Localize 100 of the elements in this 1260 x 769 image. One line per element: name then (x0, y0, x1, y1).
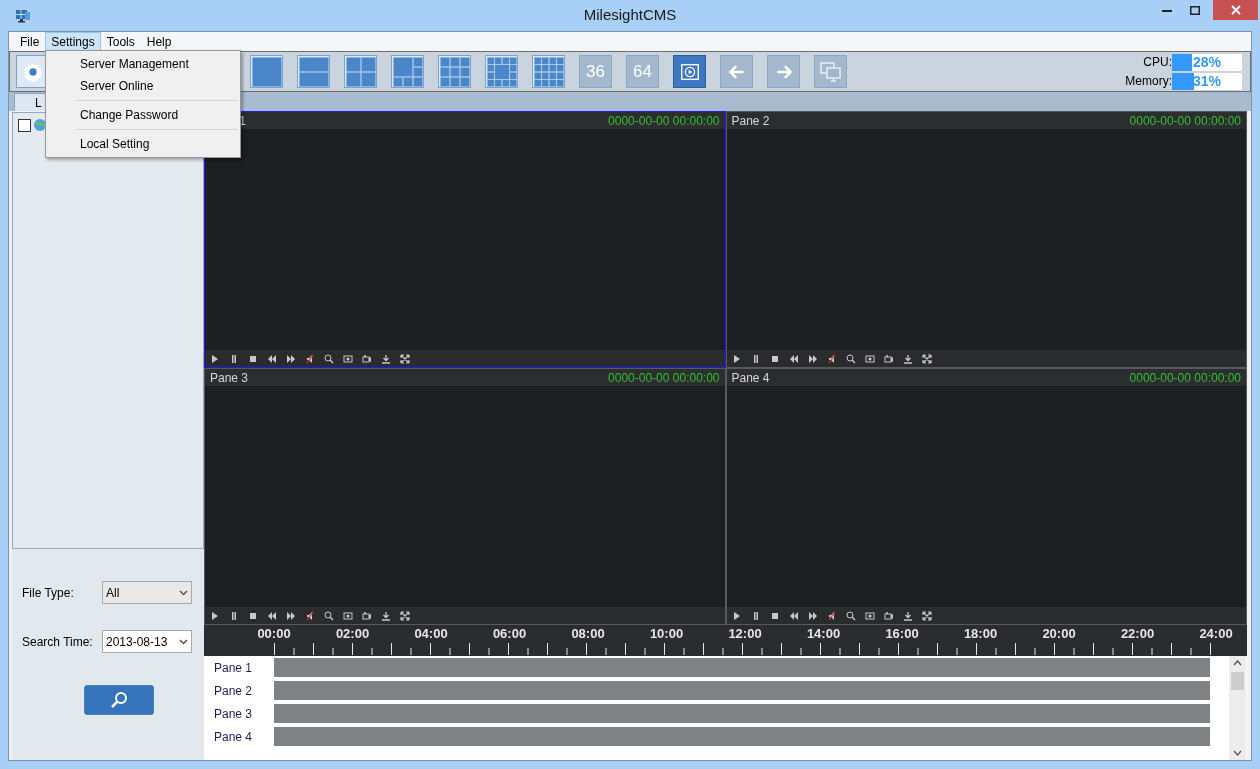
filter-label: File Type: (22, 584, 75, 602)
rewind-icon[interactable] (788, 610, 799, 621)
stop-icon[interactable] (769, 610, 780, 621)
time-label: 08:00 (570, 626, 606, 642)
rewind-icon[interactable] (267, 353, 277, 364)
layout-icon (345, 56, 376, 87)
camera-icon[interactable] (864, 610, 875, 621)
stop-icon[interactable] (248, 353, 258, 364)
grid9-button[interactable] (438, 55, 471, 88)
video-camera-icon[interactable] (883, 610, 894, 621)
maximize-icon (1190, 6, 1200, 15)
download-icon[interactable] (902, 610, 913, 621)
grid13-button[interactable] (485, 55, 518, 88)
meter-reading: 28% (1193, 53, 1222, 71)
menu-item[interactable]: Tools (100, 32, 141, 51)
download-icon[interactable] (381, 610, 391, 621)
zoom-icon[interactable] (324, 353, 334, 364)
checkbox[interactable] (18, 118, 31, 132)
pane-timestamp: 0000-00-00 00:00:00 (1129, 112, 1241, 130)
speaker-muted-icon[interactable] (305, 610, 315, 621)
grid2-button[interactable] (297, 55, 330, 88)
close-button[interactable] (1213, 0, 1258, 20)
fullscreen-icon[interactable] (921, 610, 932, 621)
grid16-button[interactable] (532, 55, 565, 88)
date-picker[interactable]: 2013-08-13 (102, 630, 192, 653)
video-camera-icon[interactable] (883, 353, 894, 364)
fast-forward-icon[interactable] (807, 610, 818, 621)
video-camera-icon[interactable] (362, 353, 372, 364)
pane-title: Pane 3 (210, 369, 249, 387)
scroll-thumb[interactable] (1231, 672, 1244, 690)
pane-title: Pane 4 (731, 369, 770, 387)
menu-item[interactable]: Help (140, 32, 178, 51)
menu-item[interactable]: File (14, 32, 46, 51)
grid6-button[interactable] (391, 55, 424, 88)
fast-forward-icon[interactable] (286, 353, 296, 364)
meter-label: CPU: (1143, 54, 1172, 71)
download-icon[interactable] (902, 353, 913, 364)
pause-icon[interactable] (229, 610, 239, 621)
time-label: 16:00 (884, 626, 920, 642)
time-label: 22:00 (1119, 626, 1156, 642)
download-icon[interactable] (381, 353, 391, 364)
chevron-down-icon (179, 589, 188, 596)
time-label: 24:00 (1198, 626, 1234, 642)
minimize-icon (1162, 9, 1172, 12)
zoom-icon[interactable] (845, 610, 856, 621)
camera-icon[interactable] (864, 353, 875, 364)
time-label: 18:00 (962, 626, 999, 642)
search-button[interactable] (84, 685, 154, 715)
rewind-icon[interactable] (267, 610, 277, 621)
layout-icon (439, 56, 470, 87)
playback-button[interactable] (673, 55, 706, 88)
video-camera-icon[interactable] (362, 610, 372, 621)
zoom-icon[interactable] (845, 353, 856, 364)
close-icon (1230, 5, 1241, 15)
pause-icon[interactable] (229, 353, 239, 364)
layout-icon (486, 56, 517, 87)
meter-reading: 31% (1193, 72, 1222, 90)
pane-timestamp: 0000-00-00 00:00:00 (608, 369, 720, 387)
scrollbar[interactable] (1229, 656, 1246, 760)
track-label: Pane 1 (213, 659, 254, 677)
menu-option[interactable]: Server Management (46, 53, 238, 75)
grid1-button[interactable] (250, 55, 283, 88)
pane-title: Pane 2 (731, 112, 770, 130)
track-label: Pane 2 (213, 682, 254, 700)
stop-icon[interactable] (248, 610, 258, 621)
time-label: 00:00 (256, 626, 292, 642)
layout-icon (392, 56, 423, 87)
filter-label: Search Time: (22, 633, 94, 651)
fast-forward-icon[interactable] (286, 610, 296, 621)
video-pane[interactable]: Pane 2 0000-00-00 00:00:00 (725, 111, 1247, 368)
speaker-muted-icon[interactable] (826, 610, 837, 621)
fullscreen-icon[interactable] (400, 610, 410, 621)
speaker-muted-icon[interactable] (826, 353, 837, 364)
time-label: 06:00 (491, 626, 528, 642)
window-title: MilesightCMS (583, 5, 677, 26)
video-pane[interactable]: Pane 3 0000-00-00 00:00:00 (204, 368, 726, 625)
zoom-icon[interactable] (324, 610, 334, 621)
video-pane[interactable]: Pane 4 0000-00-00 00:00:00 (725, 368, 1247, 625)
pane-timestamp: 0000-00-00 00:00:00 (608, 112, 720, 130)
fullscreen-icon[interactable] (921, 353, 932, 364)
play-icon[interactable] (210, 610, 220, 621)
camera-icon[interactable] (343, 353, 353, 364)
time-label: 10:00 (648, 626, 685, 642)
stop-icon[interactable] (769, 353, 780, 364)
pane-timestamp: 0000-00-00 00:00:00 (1129, 369, 1241, 387)
fullscreen-icon[interactable] (400, 353, 410, 364)
select-field[interactable]: All (102, 581, 192, 604)
speaker-muted-icon[interactable] (305, 353, 315, 364)
time-label: 02:00 (334, 626, 371, 642)
time-label: 12:00 (727, 626, 763, 642)
grid4-button[interactable] (344, 55, 377, 88)
rewind-icon[interactable] (788, 353, 799, 364)
play-icon[interactable] (210, 353, 220, 364)
layout-icon (298, 56, 329, 87)
play-icon[interactable] (731, 610, 742, 621)
app-icon (15, 7, 31, 24)
camera-icon[interactable] (343, 610, 353, 621)
fast-forward-icon[interactable] (807, 353, 818, 364)
meter-label: Memory: (1125, 73, 1172, 90)
play-icon[interactable] (731, 353, 742, 364)
